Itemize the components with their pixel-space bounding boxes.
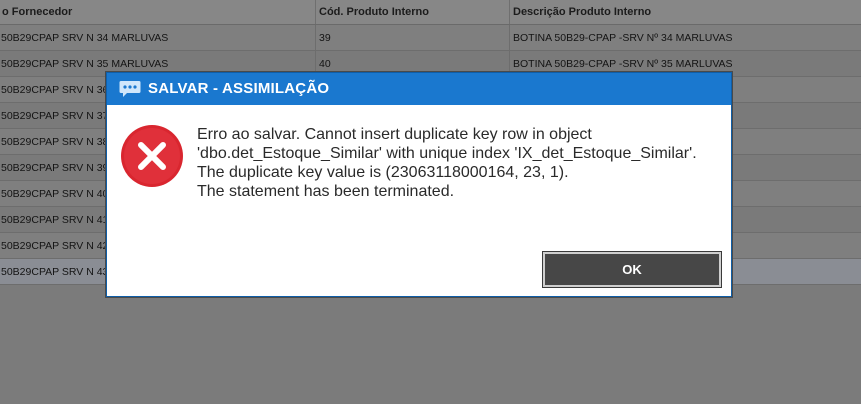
grid-header: o Fornecedor Cód. Produto Interno Descri… xyxy=(0,0,861,25)
message-line: The duplicate key value is (230631180001… xyxy=(197,164,569,181)
message-line: The statement has been terminated. xyxy=(197,183,455,200)
cell-codigo[interactable]: 39 xyxy=(316,25,510,50)
error-icon xyxy=(120,124,184,188)
chat-bubble-icon xyxy=(119,80,141,98)
cell-descricao[interactable]: BOTINA 50B29-CPAP -SRV Nº 34 MARLUVAS xyxy=(510,25,861,50)
ok-button[interactable]: OK xyxy=(542,251,722,288)
dialog-titlebar[interactable]: SALVAR - ASSIMILAÇÃO xyxy=(107,73,731,105)
grid-empty-area xyxy=(0,293,861,404)
message-line: Erro ao salvar. Cannot insert duplicate … xyxy=(197,126,592,143)
column-header-descricao-produto[interactable]: Descrição Produto Interno xyxy=(510,0,861,24)
error-dialog: SALVAR - ASSIMILAÇÃO Erro ao salvar. Can… xyxy=(106,72,732,297)
column-header-codigo-produto[interactable]: Cód. Produto Interno xyxy=(316,0,510,24)
column-header-fornecedor[interactable]: o Fornecedor xyxy=(0,0,316,24)
table-row[interactable]: 50B29CPAP SRV N 34 MARLUVAS 39 BOTINA 50… xyxy=(0,25,861,51)
dialog-title: SALVAR - ASSIMILAÇÃO xyxy=(148,80,330,97)
error-message: Erro ao salvar. Cannot insert duplicate … xyxy=(197,125,717,201)
message-line: 'dbo.det_Estoque_Similar' with unique in… xyxy=(197,145,697,162)
cell-fornecedor[interactable]: 50B29CPAP SRV N 34 MARLUVAS xyxy=(0,25,316,50)
